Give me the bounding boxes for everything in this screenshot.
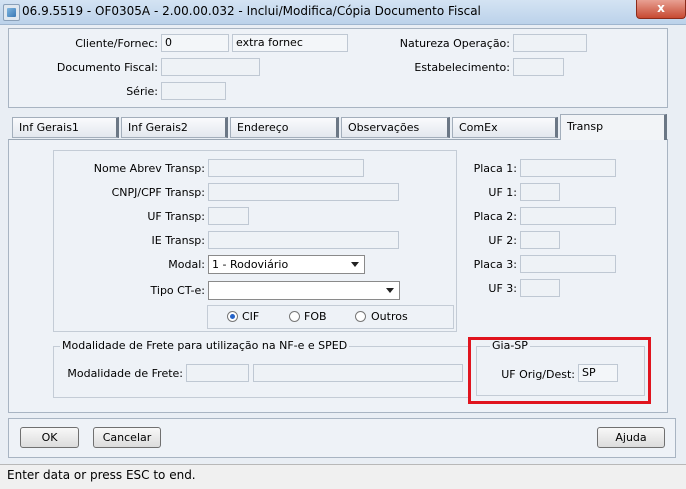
tab-inf-gerais2[interactable]: Inf Gerais2 [121,117,228,138]
app-icon [3,4,20,21]
estabelecimento-input[interactable] [513,58,564,76]
chevron-down-icon [386,288,394,293]
tab-observacoes[interactable]: Observações [341,117,450,138]
modalidade-frete-label: Modalidade de Frete: [67,367,183,380]
modal-selected-value: 1 - Rodoviário [212,258,289,271]
uf1-label: UF 1: [488,186,517,199]
modalidade-frete-description-field [253,364,463,382]
window-title: 06.9.5519 - OF0305A - 2.00.00.032 - Incl… [22,4,481,18]
placa1-label: Placa 1: [473,162,517,175]
cancelar-button[interactable]: Cancelar [93,427,161,448]
tipo-cte-select[interactable] [208,281,400,300]
modal-label: Modal: [168,258,205,271]
natureza-operacao-label: Natureza Operação: [399,37,510,50]
status-text: Enter data or press ESC to end. [7,468,196,482]
tipo-cte-label: Tipo CT-e: [150,284,205,297]
placa2-input[interactable] [520,207,616,225]
estabelecimento-label: Estabelecimento: [414,61,510,74]
highlight-box [468,337,651,404]
modal-select[interactable]: 1 - Rodoviário [208,255,365,274]
radio-outros[interactable] [355,311,366,322]
cliente-fornec-name-field: extra fornec [232,34,348,52]
uf-transp-label: UF Transp: [147,210,205,223]
modalidade-frete-code-input[interactable] [186,364,249,382]
uf2-input[interactable] [520,231,560,249]
radio-fob-label: FOB [304,310,327,323]
ok-button[interactable]: OK [20,427,79,448]
tab-inf-gerais1[interactable]: Inf Gerais1 [12,117,119,138]
uf3-input[interactable] [520,279,560,297]
chevron-down-icon [351,262,359,267]
tab-transp[interactable]: Transp [560,114,667,140]
documento-fiscal-label: Documento Fiscal: [56,61,158,74]
nome-abrev-transp-input[interactable] [208,159,364,177]
uf1-input[interactable] [520,183,560,201]
ie-transp-label: IE Transp: [151,234,205,247]
ajuda-button[interactable]: Ajuda [597,427,665,448]
placa3-label: Placa 3: [473,258,517,271]
natureza-operacao-input[interactable] [513,34,587,52]
ie-transp-input[interactable] [208,231,399,249]
serie-input[interactable] [161,82,226,100]
cnpj-cpf-transp-label: CNPJ/CPF Transp: [111,186,205,199]
tab-comex[interactable]: ComEx [452,117,558,138]
modalidade-frete-group-title: Modalidade de Frete para utilização na N… [60,339,350,353]
close-button[interactable]: x [636,0,686,19]
uf-transp-input[interactable] [208,207,249,225]
placa2-label: Placa 2: [473,210,517,223]
uf3-label: UF 3: [488,282,517,295]
tab-endereco[interactable]: Endereço [230,117,339,138]
serie-label: Série: [126,85,158,98]
cliente-fornec-label: Cliente/Fornec: [75,37,158,50]
radio-cif-label: CIF [242,310,260,323]
radio-fob[interactable] [289,311,300,322]
radio-outros-label: Outros [371,310,408,323]
cliente-fornec-code-input[interactable]: 0 [161,34,229,52]
documento-fiscal-input[interactable] [161,58,260,76]
nome-abrev-transp-label: Nome Abrev Transp: [93,162,205,175]
uf2-label: UF 2: [488,234,517,247]
placa3-input[interactable] [520,255,616,273]
radio-cif[interactable] [227,311,238,322]
placa1-input[interactable] [520,159,616,177]
cnpj-cpf-transp-input[interactable] [208,183,399,201]
